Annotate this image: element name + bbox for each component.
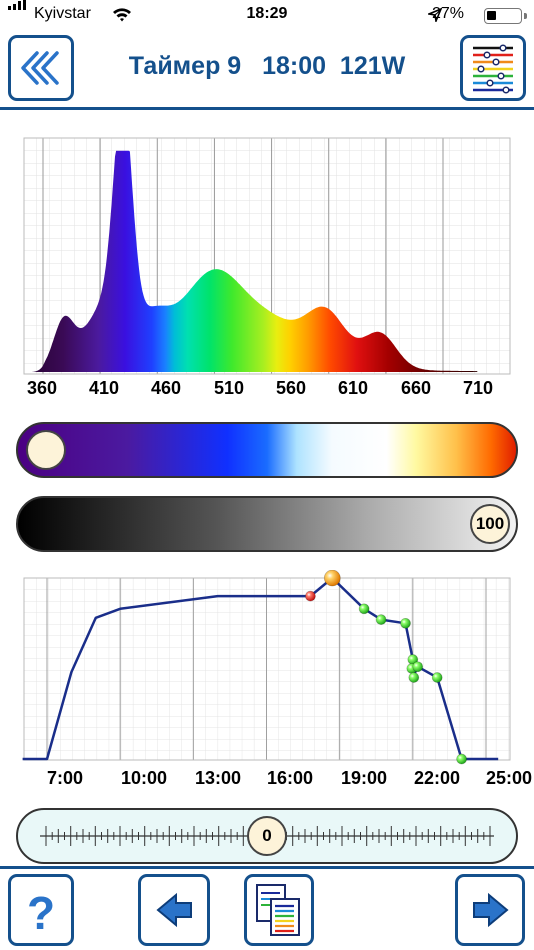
power-value: 121W bbox=[339, 52, 406, 80]
timeline-tick: 10:00 bbox=[120, 768, 168, 788]
timer-label: Таймер 9 bbox=[128, 52, 242, 80]
spectrum-tick: 510 bbox=[213, 378, 245, 398]
arrow-left-icon bbox=[156, 892, 192, 928]
battery-percentage: 27% bbox=[431, 5, 464, 22]
time-offset-knob[interactable]: 0 bbox=[247, 816, 287, 856]
spectrum-tick: 610 bbox=[337, 378, 369, 398]
copy-button[interactable] bbox=[244, 874, 314, 946]
copy-documents-icon bbox=[256, 884, 300, 936]
schedule-point-green[interactable] bbox=[456, 753, 467, 765]
spectrum-tick: 410 bbox=[88, 378, 120, 398]
schedule-point-green[interactable] bbox=[358, 603, 370, 615]
color-temperature-slider[interactable] bbox=[16, 422, 518, 478]
schedule-point-green[interactable] bbox=[412, 661, 424, 673]
schedule-point-green[interactable] bbox=[375, 614, 387, 625]
time-offset-ruler[interactable]: 0 bbox=[16, 808, 518, 864]
timeline-tick: 16:00 bbox=[266, 768, 314, 788]
schedule-point-green[interactable] bbox=[431, 672, 443, 683]
schedule-point-green[interactable] bbox=[400, 617, 411, 629]
spectrum-chart bbox=[23, 137, 511, 375]
spectrum-tick: 560 bbox=[275, 378, 307, 398]
spectrum-tick: 360 bbox=[26, 378, 58, 398]
spectrum-tick: 710 bbox=[462, 378, 494, 398]
timer-schedule-chart[interactable] bbox=[0, 570, 534, 770]
timeline-tick: 13:00 bbox=[194, 768, 242, 788]
status-bar: Kyivstar 18:29 27% bbox=[0, 0, 534, 30]
battery-icon bbox=[484, 8, 522, 24]
schedule-point-green[interactable] bbox=[408, 672, 420, 683]
timer-time: 18:00 bbox=[262, 52, 327, 80]
svg-text:?: ? bbox=[27, 887, 55, 939]
color-slider-knob[interactable] bbox=[26, 430, 66, 470]
arrow-right-icon bbox=[473, 892, 509, 928]
help-button[interactable]: ? bbox=[8, 874, 74, 946]
next-button[interactable] bbox=[455, 874, 525, 946]
color-sliders-icon bbox=[473, 44, 513, 94]
question-mark-icon: ? bbox=[27, 887, 55, 939]
previous-button[interactable] bbox=[138, 874, 210, 946]
timeline-tick: 7:00 bbox=[46, 768, 84, 788]
spectrum-tick: 460 bbox=[150, 378, 182, 398]
back-button[interactable] bbox=[8, 35, 74, 101]
schedule-point-red[interactable] bbox=[305, 590, 316, 602]
timeline-tick: 22:00 bbox=[413, 768, 461, 788]
schedule-point-orange[interactable] bbox=[323, 570, 341, 587]
timeline-tick: 19:00 bbox=[340, 768, 388, 788]
page-title: Таймер 9 18:00 121W bbox=[80, 52, 454, 81]
intensity-slider[interactable]: 100 bbox=[16, 496, 518, 552]
header-divider bbox=[0, 107, 534, 110]
channels-menu-button[interactable] bbox=[460, 35, 526, 101]
spectrum-tick: 660 bbox=[400, 378, 432, 398]
intensity-slider-knob[interactable]: 100 bbox=[470, 504, 510, 544]
timeline-tick: 25:00 bbox=[485, 768, 533, 788]
double-chevron-left-icon bbox=[21, 51, 59, 85]
footer-divider bbox=[0, 866, 534, 869]
